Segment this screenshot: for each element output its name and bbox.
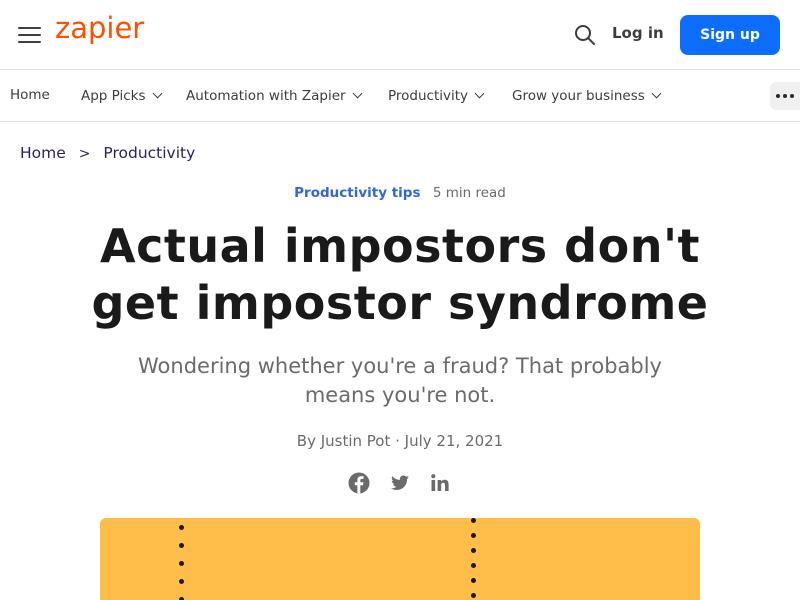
nav-item-label: Home [10, 87, 50, 103]
more-dots-icon[interactable] [770, 82, 800, 110]
category-nav: Home App Picks Automation with Zapier Pr… [0, 70, 800, 122]
twitter-icon[interactable] [387, 470, 413, 496]
search-icon[interactable] [573, 23, 597, 47]
read-time: 5 min read [432, 185, 506, 201]
dotted-line-left [179, 518, 185, 600]
nav-item-label: App Picks [81, 88, 146, 104]
zapier-logo[interactable]: zapier [55, 11, 144, 45]
breadcrumb-separator: > [78, 146, 91, 162]
article-title: Actual impostors don't get impostor synd… [91, 219, 709, 330]
nav-item-app-picks[interactable]: App Picks [81, 88, 162, 104]
hamburger-menu-icon[interactable] [18, 24, 42, 44]
site-header: zapier Log in Sign up [0, 0, 800, 70]
chevron-down-icon [474, 88, 485, 99]
nav-item-home[interactable]: Home [10, 87, 50, 103]
signup-button[interactable]: Sign up [680, 15, 780, 55]
dotted-line-right [471, 518, 477, 600]
facebook-icon[interactable] [346, 470, 372, 496]
chevron-down-icon [152, 88, 162, 99]
chevron-down-icon [651, 88, 662, 99]
chevron-down-icon [352, 88, 363, 99]
byline: By Justin Pot · July 21, 2021 [296, 432, 504, 450]
article-subtitle: Wondering whether you're a fraud? That p… [138, 354, 662, 407]
nav-item-automation[interactable]: Automation with Zapier [186, 88, 363, 104]
breadcrumb-home[interactable]: Home [20, 144, 66, 162]
linkedin-icon[interactable] [427, 470, 453, 496]
article-meta: Productivity tips 5 min read [0, 185, 800, 201]
share-buttons [346, 470, 456, 496]
breadcrumb: Home > Productivity [20, 144, 195, 162]
login-link[interactable]: Log in [612, 24, 664, 42]
nav-item-grow-business[interactable]: Grow your business [512, 88, 662, 104]
nav-item-label: Grow your business [512, 88, 645, 104]
nav-item-productivity[interactable]: Productivity [388, 88, 485, 104]
nav-item-label: Productivity [388, 88, 469, 104]
breadcrumb-productivity[interactable]: Productivity [103, 144, 195, 162]
category-link[interactable]: Productivity tips [294, 185, 420, 201]
hero-image [100, 518, 700, 600]
nav-item-label: Automation with Zapier [186, 88, 346, 104]
